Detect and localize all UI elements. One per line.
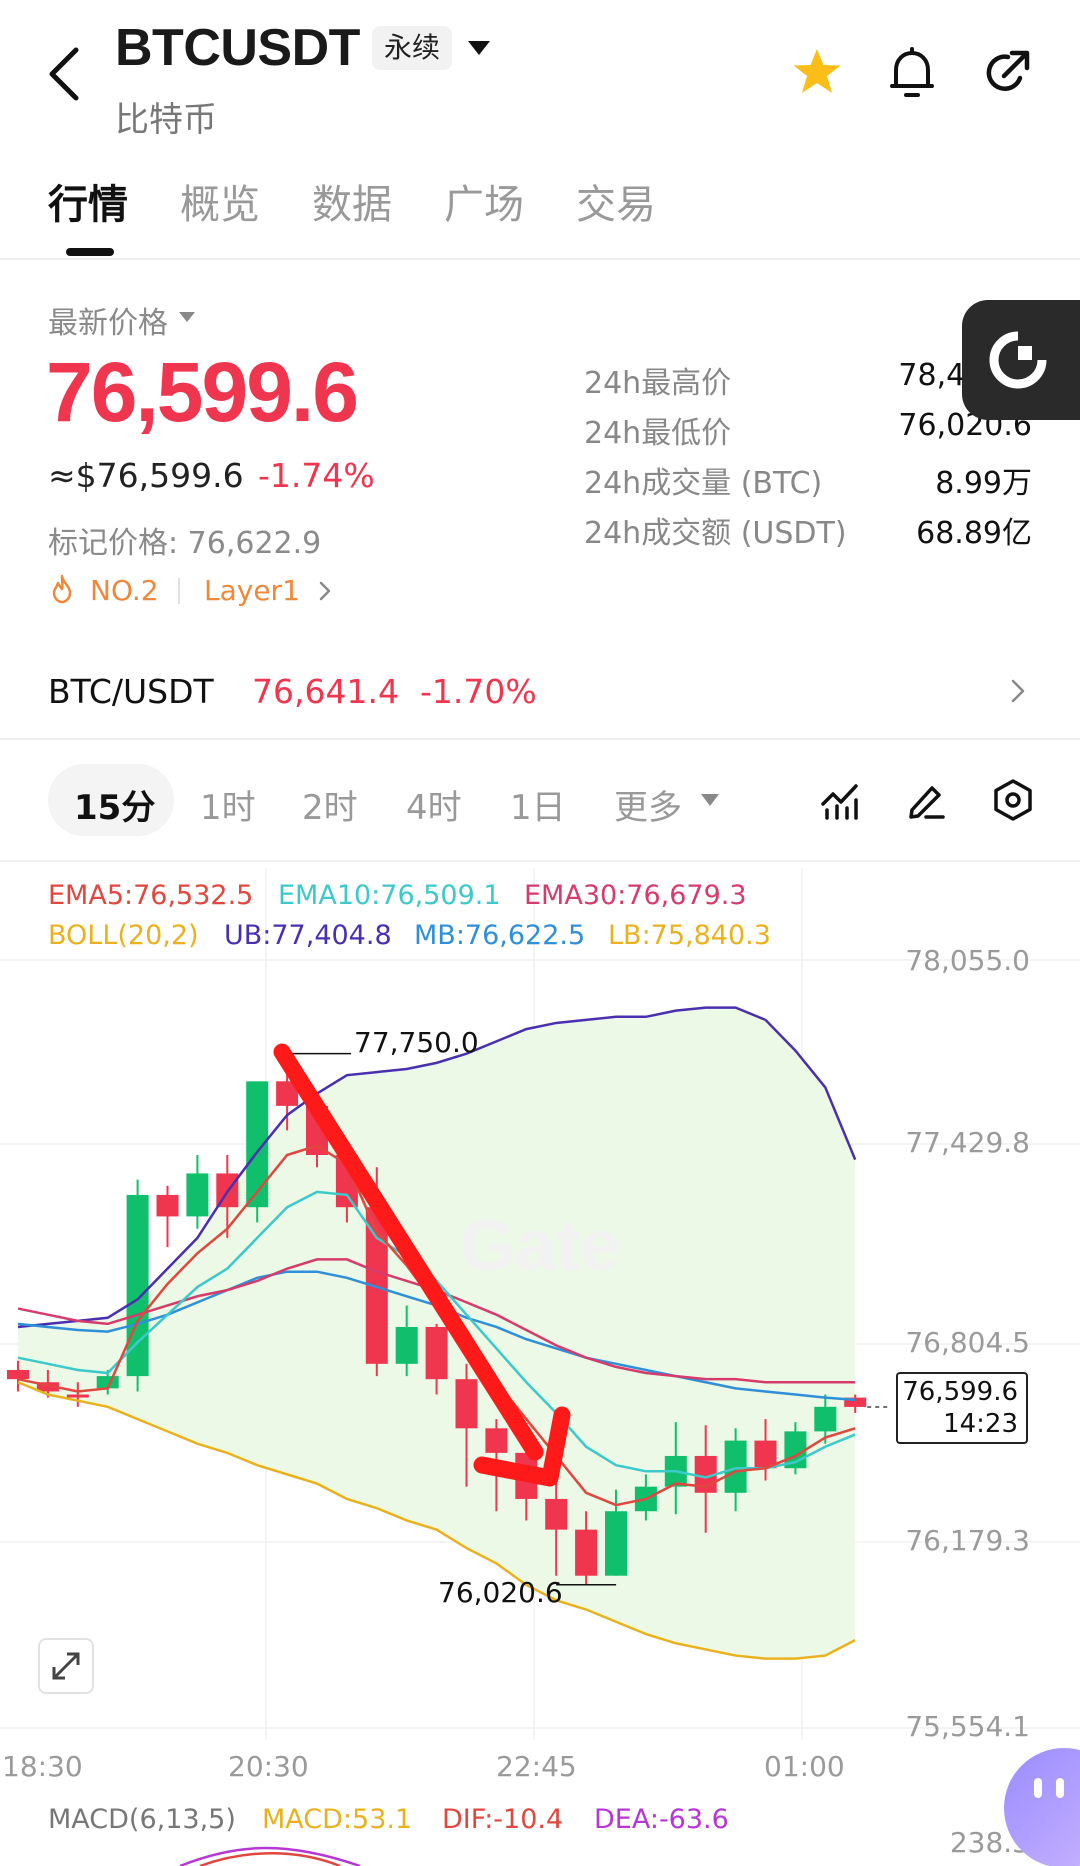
y-axis-tick: 76,179.3: [905, 1524, 1030, 1557]
candle-body: [425, 1326, 448, 1380]
macd-dif-legend: DIF:-10.4: [442, 1804, 564, 1835]
contract-type-badge: 永续: [372, 26, 453, 70]
tag-separator: [178, 578, 180, 604]
interval-1h[interactable]: 1时: [200, 780, 256, 829]
symbol-title: BTCUSDT: [115, 19, 360, 77]
interval-4h[interactable]: 4时: [406, 780, 462, 829]
ema5-legend: EMA5:76,532.5: [48, 880, 254, 911]
symbol-subname: 比特币: [115, 100, 217, 140]
bell-icon[interactable]: [888, 46, 936, 100]
candle-body: [605, 1511, 627, 1576]
price-change-percent: -1.74%: [258, 456, 375, 495]
ema30-legend: EMA30:76,679.3: [524, 880, 747, 911]
rank-tag[interactable]: NO.2: [90, 574, 159, 607]
x-axis-tick: 18:30: [2, 1750, 83, 1783]
back-arrow-icon[interactable]: [40, 44, 90, 104]
candle: [186, 1155, 209, 1229]
boll-mb-legend: MB:76,622.5: [414, 920, 586, 951]
candle-body: [395, 1326, 418, 1364]
candle-body: [545, 1498, 568, 1530]
watermark-text: Gate: [460, 1206, 620, 1286]
spot-pair-price: 76,641.4: [252, 672, 399, 711]
price-type-dropdown-icon[interactable]: [178, 310, 196, 324]
candle-body: [814, 1406, 837, 1432]
tab-trade[interactable]: 交易: [576, 172, 656, 230]
current-price-tag: 76,599.6 14:23: [896, 1372, 1028, 1444]
candle-body: [724, 1440, 747, 1493]
divider: [0, 258, 1080, 260]
category-tag[interactable]: Layer1: [204, 574, 300, 607]
latest-price-label[interactable]: 最新价格: [48, 298, 168, 342]
drawing-pencil-icon[interactable]: [906, 780, 946, 820]
more-dropdown-icon[interactable]: [700, 792, 720, 808]
floating-gate-logo-button[interactable]: [962, 300, 1080, 420]
chart-settings-icon[interactable]: [992, 778, 1034, 822]
boll-ub-legend: UB:77,404.8: [224, 920, 392, 951]
macd-params-legend: MACD(6,13,5): [48, 1804, 236, 1835]
y-axis-tick: 78,055.0: [905, 944, 1030, 977]
chevron-right-icon[interactable]: [1010, 678, 1026, 704]
share-icon[interactable]: [982, 48, 1032, 98]
indicator-icon[interactable]: [820, 780, 860, 820]
tab-data[interactable]: 数据: [312, 172, 392, 230]
stat-label-high: 24h最高价: [584, 366, 732, 401]
fullscreen-button[interactable]: [38, 1638, 94, 1694]
mark-price: 标记价格: 76,622.9: [48, 526, 322, 561]
assistant-face-icon: [1034, 1778, 1064, 1798]
candle: [126, 1179, 149, 1392]
gate-logo-icon: [989, 331, 1047, 389]
candle-body: [66, 1394, 89, 1398]
expand-icon: [52, 1652, 80, 1680]
x-axis-tick: 20:30: [228, 1750, 309, 1783]
spot-pair-name[interactable]: BTC/USDT: [48, 672, 214, 711]
macd-dea-legend: DEA:-63.6: [594, 1804, 729, 1835]
candle-body: [485, 1428, 508, 1453]
candle-body: [156, 1194, 179, 1217]
chevron-right-icon[interactable]: [318, 580, 332, 602]
candle: [156, 1185, 179, 1248]
interval-2h[interactable]: 2时: [302, 780, 358, 829]
candle-countdown: 14:23: [943, 1409, 1018, 1439]
last-price: 76,599.6: [46, 345, 359, 439]
stat-label-volume: 24h成交量 (BTC): [584, 466, 823, 501]
stat-value-turnover: 68.89亿: [916, 516, 1032, 551]
boll-lb-legend: LB:75,840.3: [608, 920, 771, 951]
x-axis-tick: 22:45: [496, 1750, 577, 1783]
interval-15m[interactable]: 15分: [74, 780, 155, 829]
current-price-value: 76,599.6: [902, 1377, 1018, 1407]
stat-value-volume: 8.99万: [935, 466, 1032, 501]
candle-body: [455, 1379, 478, 1429]
candle-body: [186, 1173, 209, 1217]
candle-body: [7, 1369, 29, 1380]
ema10-legend: EMA10:76,509.1: [278, 880, 501, 911]
interval-1d[interactable]: 1日: [510, 780, 566, 829]
stat-label-turnover: 24h成交额 (USDT): [584, 516, 847, 551]
y-axis-tick: 75,554.1: [905, 1710, 1030, 1743]
boll-legend: BOLL(20,2): [48, 920, 199, 951]
y-axis-tick: 76,804.5: [905, 1326, 1030, 1359]
low-price-marker: 76,020.6: [438, 1576, 563, 1609]
candle-body: [575, 1529, 598, 1576]
stat-label-low: 24h最低价: [584, 416, 732, 451]
high-price-marker: 77,750.0: [354, 1026, 479, 1059]
favorite-star-icon[interactable]: [790, 46, 844, 100]
tab-square[interactable]: 广场: [444, 172, 524, 230]
tab-overview[interactable]: 概览: [180, 172, 260, 230]
ai-assistant-button[interactable]: [1004, 1748, 1080, 1866]
active-tab-indicator: [66, 248, 114, 256]
tab-market[interactable]: 行情: [48, 172, 128, 230]
macd-value-legend: MACD:53.1: [262, 1804, 413, 1835]
usd-equivalent: ≈$76,599.6: [48, 456, 244, 495]
symbol-dropdown-icon[interactable]: [466, 38, 492, 58]
spot-pair-change: -1.70%: [420, 672, 537, 711]
interval-more[interactable]: 更多: [614, 780, 682, 829]
divider: [0, 738, 1080, 740]
y-axis-tick: 77,429.8: [905, 1126, 1030, 1159]
x-axis-tick: 01:00: [764, 1750, 845, 1783]
flame-icon: [52, 574, 72, 604]
